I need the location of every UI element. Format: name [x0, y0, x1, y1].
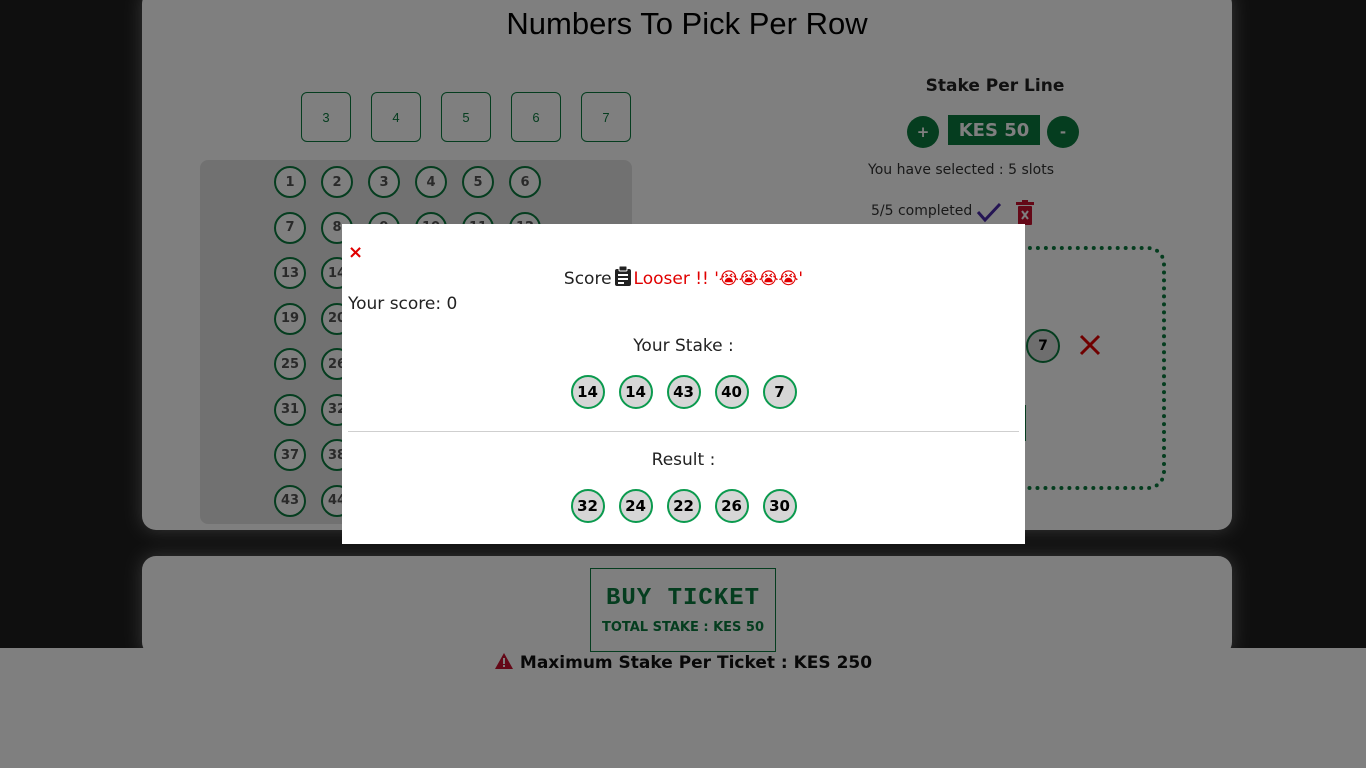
- stake-number-ball: 14: [570, 375, 605, 409]
- result-number-ball: 30: [762, 489, 797, 523]
- score-line: Score Looser !! '😭😭😭😭': [342, 265, 1025, 291]
- result-modal: × Score Looser !! '😭😭😭😭' Your score: 0 Yo…: [342, 224, 1025, 544]
- your-stake-title: Your Stake :: [633, 336, 734, 356]
- result-balls-row: 32 24 22 26 30: [342, 489, 1025, 523]
- stake-number-ball: 14: [618, 375, 653, 409]
- score-label: Score: [563, 269, 612, 289]
- stake-number-ball: 43: [666, 375, 701, 409]
- clipboard-icon: [614, 265, 632, 291]
- modal-divider: [348, 431, 1019, 432]
- stake-balls-row: 14 14 43 40 7: [342, 375, 1025, 409]
- stake-number-ball: 40: [714, 375, 749, 409]
- result-number-ball: 24: [618, 489, 653, 523]
- your-score: Your score: 0: [348, 294, 458, 314]
- result-number-ball: 26: [714, 489, 749, 523]
- result-title: Result :: [651, 450, 716, 470]
- modal-close-button[interactable]: ×: [348, 244, 364, 262]
- stake-number-ball: 7: [762, 375, 797, 409]
- result-status: Looser !! '😭😭😭😭': [633, 269, 804, 289]
- result-number-ball: 32: [570, 489, 605, 523]
- result-number-ball: 22: [666, 489, 701, 523]
